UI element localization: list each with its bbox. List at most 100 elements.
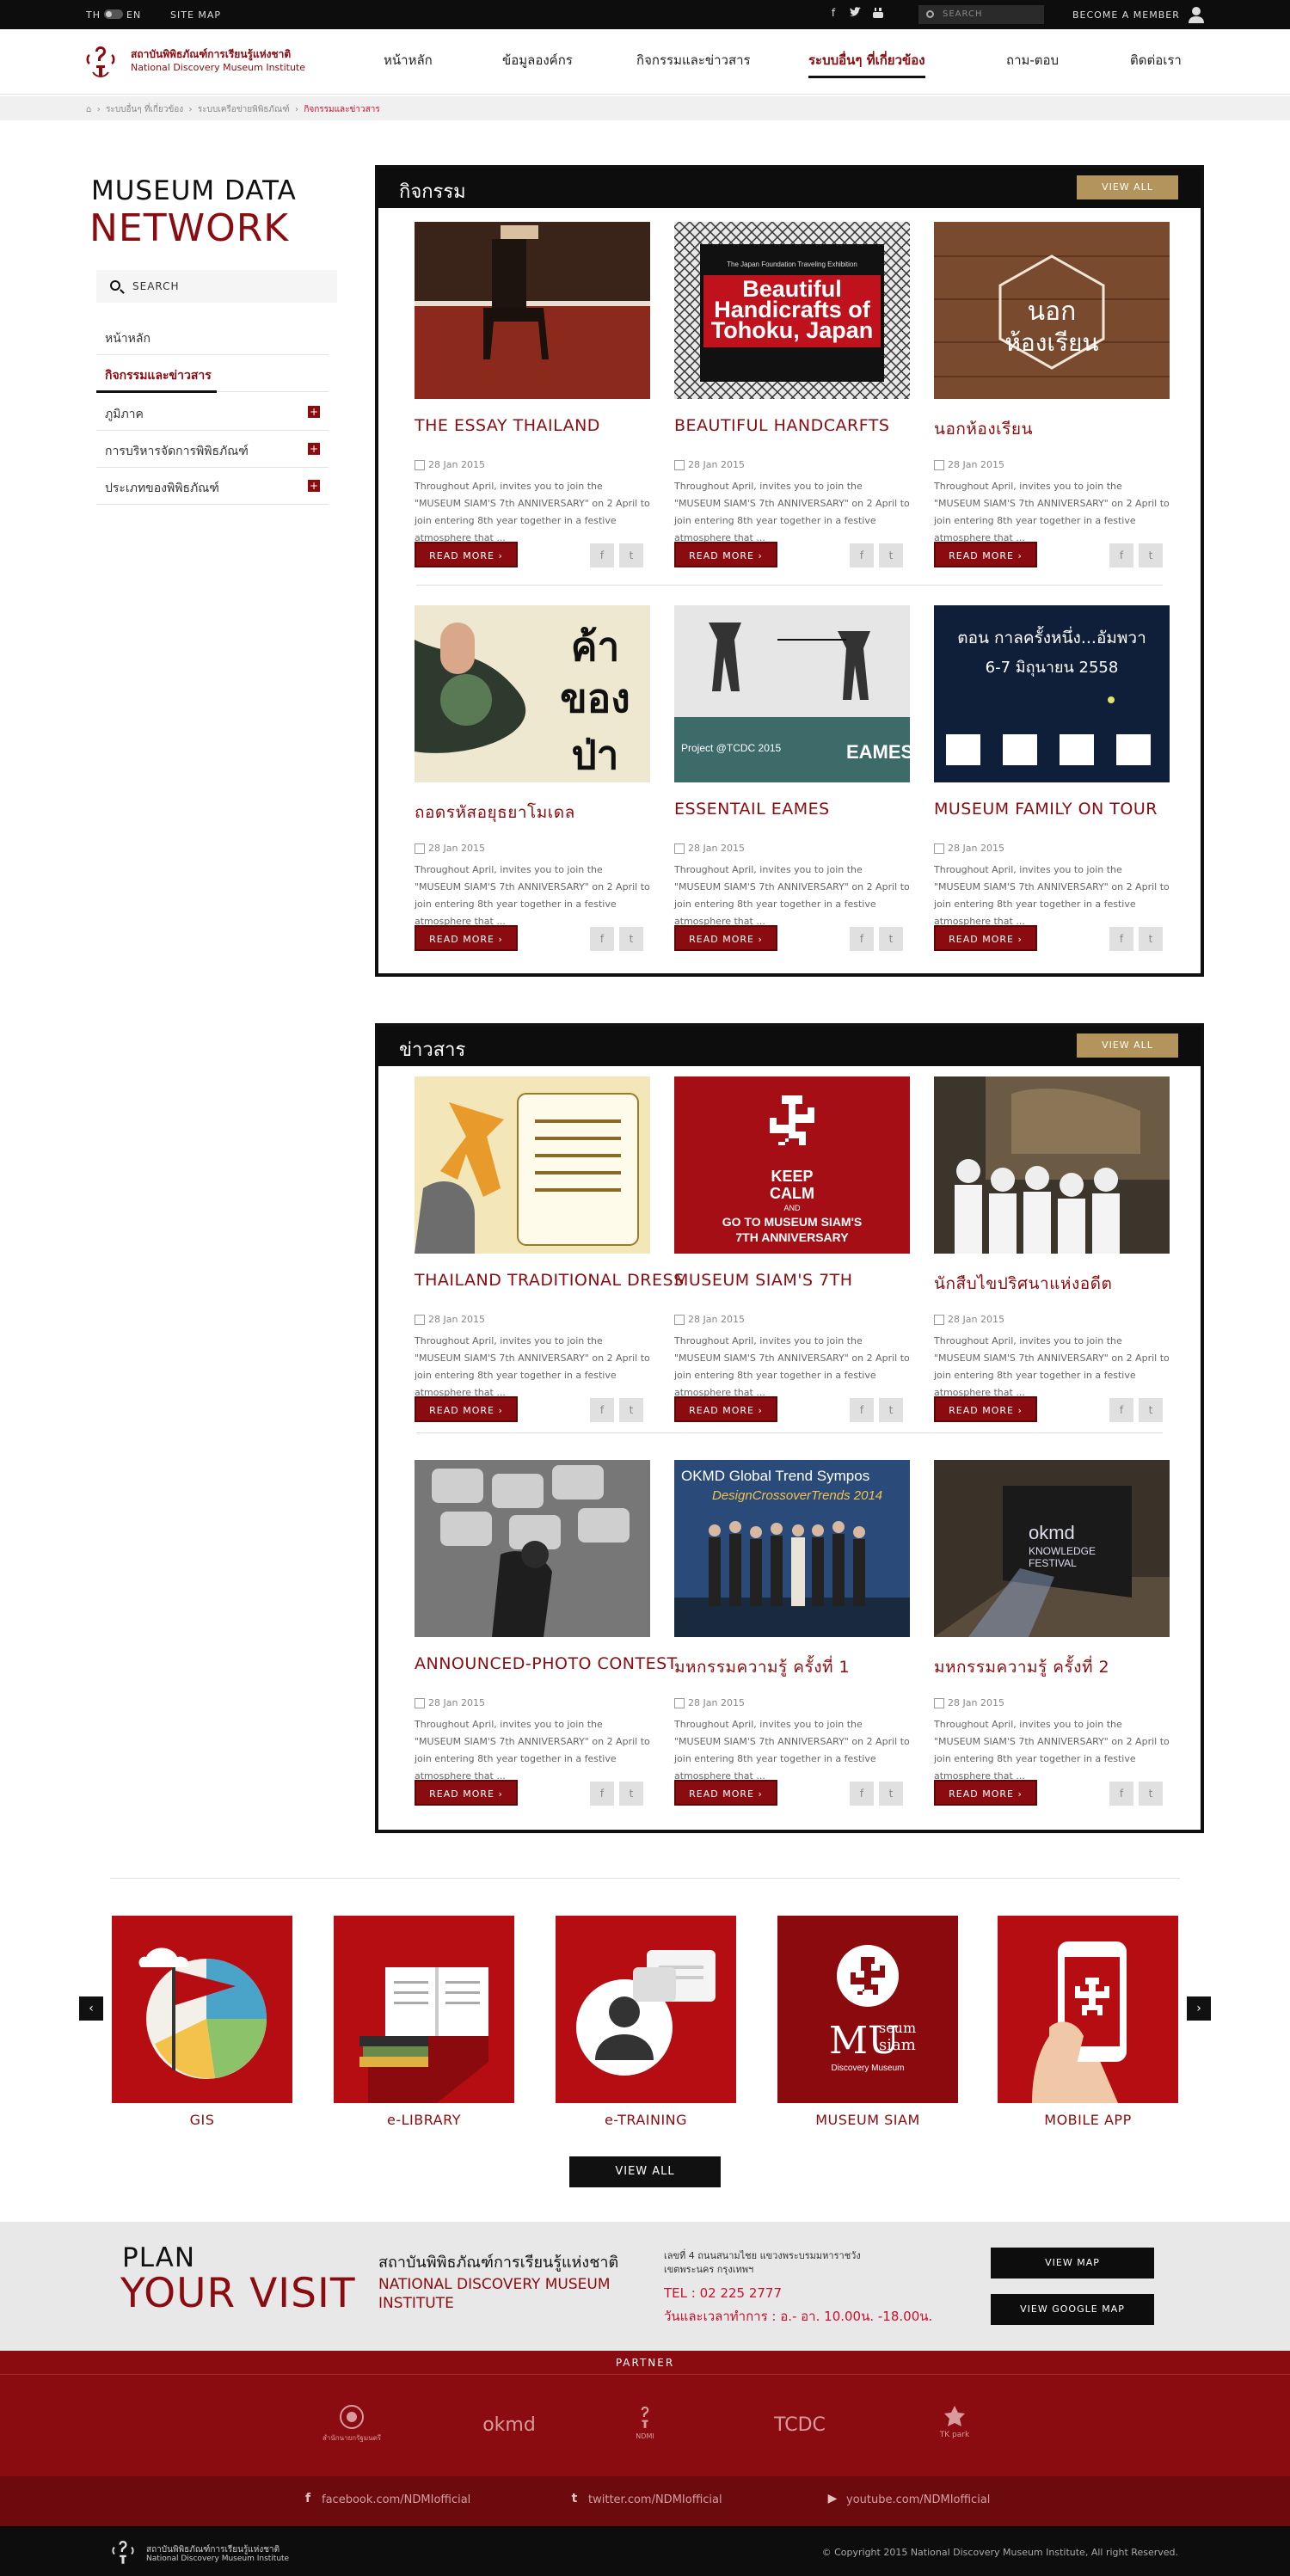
- nav-home[interactable]: หน้าหลัก: [384, 50, 433, 71]
- expand-icon[interactable]: +: [308, 406, 320, 418]
- read-more-button[interactable]: READ MORE ›: [934, 1780, 1037, 1806]
- nav-related-systems[interactable]: ระบบอื่นๆ ที่เกี่ยวข้อง: [808, 50, 925, 78]
- activity-image-outside-classroom[interactable]: นอก ห้องเรียน: [934, 222, 1170, 399]
- news-view-all-button[interactable]: VIEW ALL: [1077, 1033, 1178, 1058]
- twitter-share-icon[interactable]: t: [879, 1782, 903, 1806]
- facebook-link[interactable]: f facebook.com/NDMIofficial: [301, 2492, 470, 2506]
- top-search-input[interactable]: SEARCH: [918, 5, 1044, 24]
- facebook-share-icon[interactable]: f: [850, 543, 874, 567]
- twitter-icon[interactable]: [848, 7, 863, 22]
- footer-logo-icon[interactable]: [112, 2538, 134, 2566]
- news-image-keep-calm[interactable]: KEEP CALM AND GO TO MUSEUM SIAM'S 7TH ANNIVE…: [674, 1076, 910, 1254]
- activity-title[interactable]: ESSENTAIL EAMES: [674, 800, 932, 819]
- news-title-text[interactable]: THAILAND TRADITIONAL DRESS: [415, 1271, 684, 1290]
- youtube-link[interactable]: ▶ youtube.com/NDMIofficial: [826, 2492, 991, 2506]
- twitter-share-icon[interactable]: t: [879, 1398, 903, 1422]
- twitter-share-icon[interactable]: t: [619, 1398, 643, 1422]
- activity-image-handicrafts[interactable]: The Japan Foundation Traveling Exhibitio…: [674, 222, 910, 399]
- sidebar-item-region[interactable]: ภูมิภาค +: [96, 394, 329, 431]
- read-more-button[interactable]: READ MORE ›: [934, 542, 1037, 567]
- lang-en[interactable]: EN: [126, 9, 141, 21]
- news-image-traditional-dress[interactable]: [415, 1076, 650, 1254]
- twitter-link[interactable]: t twitter.com/NDMIofficial: [568, 2492, 722, 2506]
- nav-faq[interactable]: ถาม-ตอบ: [1006, 50, 1059, 71]
- twitter-share-icon[interactable]: t: [619, 1782, 643, 1806]
- facebook-share-icon[interactable]: f: [1109, 543, 1133, 567]
- facebook-share-icon[interactable]: f: [850, 1782, 874, 1806]
- expand-icon[interactable]: +: [308, 480, 320, 492]
- read-more-button[interactable]: READ MORE ›: [674, 542, 777, 567]
- partner-logo-ndmi[interactable]: NDMI: [628, 2404, 662, 2440]
- news-image-knowledge-fair-1[interactable]: OKMD Global Trend Sympos DesignCrossoverT…: [674, 1460, 910, 1637]
- read-more-button[interactable]: READ MORE ›: [415, 1396, 518, 1422]
- partner-logo-tkpark[interactable]: TK park: [929, 2404, 980, 2439]
- news-title-text[interactable]: มหกรรมความรู้ ครั้งที่ 2: [934, 1654, 1192, 1680]
- view-map-button[interactable]: VIEW MAP: [991, 2248, 1154, 2279]
- sitemap-link[interactable]: SITE MAP: [170, 9, 221, 21]
- read-more-button[interactable]: READ MORE ›: [415, 925, 518, 951]
- sidebar-item-activities-news[interactable]: กิจกรรมและข่าวสาร: [96, 355, 329, 393]
- sidebar-search-input[interactable]: SEARCH: [96, 270, 337, 303]
- twitter-share-icon[interactable]: t: [619, 927, 643, 951]
- facebook-share-icon[interactable]: f: [850, 1398, 874, 1422]
- view-google-map-button[interactable]: VIEW GOOGLE MAP: [991, 2294, 1154, 2325]
- mobile-app-tile-icon[interactable]: [998, 1916, 1178, 2103]
- read-more-button[interactable]: READ MORE ›: [415, 542, 518, 567]
- facebook-share-icon[interactable]: f: [1109, 927, 1133, 951]
- become-member-link[interactable]: BECOME A MEMBER: [1072, 9, 1180, 21]
- twitter-share-icon[interactable]: t: [1139, 1782, 1163, 1806]
- user-icon[interactable]: [1188, 5, 1205, 24]
- facebook-share-icon[interactable]: f: [1109, 1398, 1133, 1422]
- facebook-share-icon[interactable]: f: [590, 927, 614, 951]
- news-title-text[interactable]: มหกรรมความรู้ ครั้งที่ 1: [674, 1654, 932, 1680]
- twitter-share-icon[interactable]: t: [879, 543, 903, 567]
- sidebar-item-management[interactable]: การบริหารจัดการพิพิธภัณฑ์ +: [96, 431, 329, 468]
- museum-siam-tile-icon[interactable]: MU seum siam Discovery Museum: [777, 1916, 958, 2103]
- activity-image-eames[interactable]: Project @TCDC 2015 EAMES: [674, 605, 910, 782]
- news-image-knowledge-fair-2[interactable]: okmd KNOWLEDGE FESTIVAL: [934, 1460, 1170, 1637]
- carousel-prev-icon[interactable]: ‹: [79, 1996, 103, 2021]
- lang-th[interactable]: TH: [86, 9, 101, 21]
- twitter-share-icon[interactable]: t: [1139, 543, 1163, 567]
- youtube-icon[interactable]: [870, 7, 886, 22]
- lang-toggle[interactable]: [104, 9, 123, 19]
- carousel-next-icon[interactable]: ›: [1187, 1996, 1211, 2021]
- read-more-button[interactable]: READ MORE ›: [934, 925, 1037, 951]
- facebook-share-icon[interactable]: f: [590, 543, 614, 567]
- e-library-tile-icon[interactable]: [334, 1916, 514, 2103]
- twitter-share-icon[interactable]: t: [879, 927, 903, 951]
- facebook-share-icon[interactable]: f: [850, 927, 874, 951]
- nav-about[interactable]: ข้อมูลองค์กร: [502, 50, 573, 71]
- read-more-button[interactable]: READ MORE ›: [674, 1396, 777, 1422]
- read-more-button[interactable]: READ MORE ›: [674, 925, 777, 951]
- news-title-text[interactable]: นักสืบไขปริศนาแห่งอดีต: [934, 1271, 1192, 1297]
- twitter-share-icon[interactable]: t: [1139, 927, 1163, 951]
- breadcrumb-network[interactable]: ระบบเครือข่ายพิพิธภัณฑ์: [198, 105, 290, 114]
- nav-contact[interactable]: ติดต่อเรา: [1130, 50, 1182, 71]
- activity-image-family-tour[interactable]: ตอน กาลครั้งหนึ่ง...อัมพวา 6-7 มิถุนายน 2…: [934, 605, 1170, 782]
- news-title-text[interactable]: MUSEUM SIAM'S 7TH: [674, 1271, 932, 1290]
- activity-image-essay[interactable]: [415, 222, 650, 399]
- gis-tile-icon[interactable]: [112, 1916, 292, 2103]
- news-title-text[interactable]: ANNOUNCED-PHOTO CONTEST: [415, 1654, 677, 1673]
- breadcrumb-related[interactable]: ระบบอื่นๆ ที่เกี่ยวข้อง: [106, 105, 183, 114]
- sidebar-item-home[interactable]: หน้าหลัก: [96, 318, 329, 355]
- activity-title[interactable]: BEAUTIFUL HANDCARFTS: [674, 416, 932, 435]
- facebook-share-icon[interactable]: f: [1109, 1782, 1133, 1806]
- read-more-button[interactable]: READ MORE ›: [934, 1396, 1037, 1422]
- twitter-share-icon[interactable]: t: [619, 543, 643, 567]
- services-view-all-button[interactable]: VIEW ALL: [569, 2156, 721, 2187]
- partner-logo-pm-office[interactable]: สำนักนายกรัฐมนตรี: [318, 2404, 385, 2444]
- activities-view-all-button[interactable]: VIEW ALL: [1077, 175, 1178, 199]
- activity-title[interactable]: THE ESSAY THAILAND: [415, 416, 673, 435]
- activity-title[interactable]: MUSEUM FAMILY ON TOUR: [934, 800, 1192, 819]
- expand-icon[interactable]: +: [308, 443, 320, 455]
- read-more-button[interactable]: READ MORE ›: [415, 1780, 518, 1806]
- facebook-share-icon[interactable]: f: [590, 1782, 614, 1806]
- facebook-icon[interactable]: f: [826, 7, 841, 22]
- partner-logo-okmd[interactable]: okmd: [475, 2414, 544, 2436]
- partner-logo-tcdc[interactable]: TCDC: [765, 2414, 834, 2436]
- facebook-share-icon[interactable]: f: [590, 1398, 614, 1422]
- read-more-button[interactable]: READ MORE ›: [674, 1780, 777, 1806]
- sidebar-item-museum-types[interactable]: ประเภทของพิพิธภัณฑ์ +: [96, 468, 329, 505]
